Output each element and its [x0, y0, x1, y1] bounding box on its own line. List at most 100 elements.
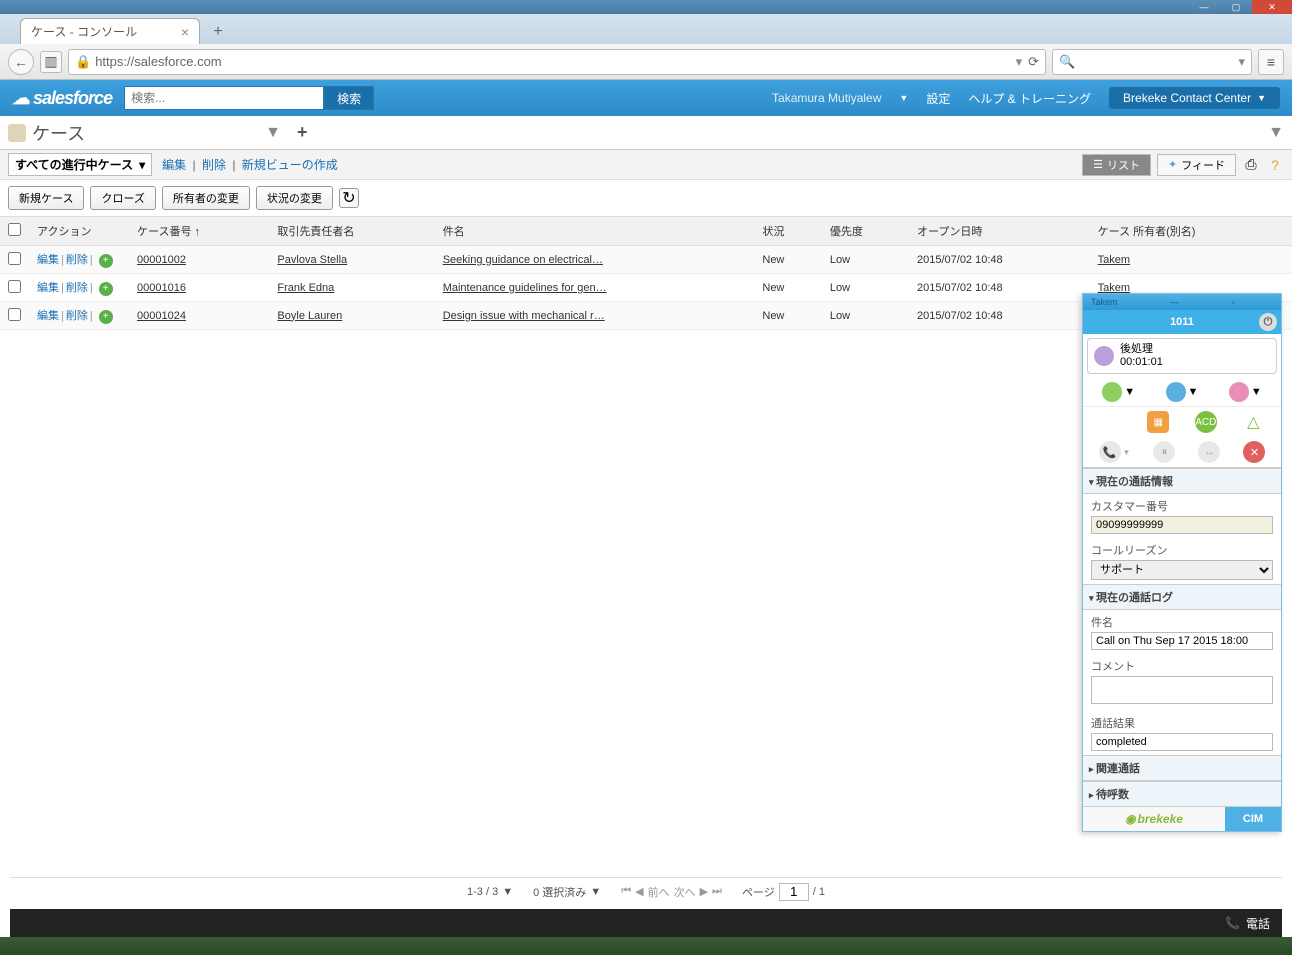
delete-link[interactable]: 削除	[66, 310, 88, 322]
url-bar[interactable]: 🔒 https://salesforce.com ▾ ⟳	[68, 49, 1046, 75]
subject-link[interactable]: Design issue with mechanical r…	[443, 310, 605, 322]
edit-view-link[interactable]: 編集	[162, 158, 186, 172]
plus-icon[interactable]: +	[99, 282, 113, 296]
row-checkbox[interactable]	[8, 252, 21, 265]
search-engine-dropdown-icon[interactable]: ▾	[1238, 54, 1245, 70]
cti-expand-icon[interactable]: ▫	[1231, 297, 1234, 307]
cti-minimize-icon[interactable]: —	[1170, 297, 1179, 307]
subject-link[interactable]: Seeking guidance on electrical…	[443, 254, 603, 266]
refresh-button[interactable]: ↻	[339, 188, 359, 208]
chevron-down-icon[interactable]: ▼	[1123, 448, 1131, 457]
edit-link[interactable]: 編集	[37, 310, 59, 322]
delete-link[interactable]: 削除	[66, 254, 88, 266]
prev-page-label[interactable]: 前へ	[648, 884, 670, 900]
first-page-icon[interactable]: ⏮	[621, 885, 631, 898]
edit-link[interactable]: 編集	[37, 282, 59, 294]
chevron-down-icon[interactable]: ▼	[1251, 386, 1262, 398]
user-menu[interactable]: Takamura Mutiyalew	[772, 91, 881, 105]
col-subject[interactable]: 件名	[435, 217, 755, 246]
cti-power-button[interactable]: ⏻	[1259, 313, 1277, 331]
owner-link[interactable]: Takem	[1098, 254, 1130, 266]
chevron-down-icon[interactable]: ▼	[1124, 386, 1135, 398]
new-tab-button[interactable]: +	[206, 20, 230, 44]
call-reason-select[interactable]: サポート	[1091, 560, 1273, 580]
case-number-link[interactable]: 00001016	[137, 282, 186, 294]
contact-link[interactable]: Boyle Lauren	[277, 310, 342, 322]
tab-close-icon[interactable]: ×	[181, 24, 189, 40]
global-search-input[interactable]	[124, 86, 324, 110]
log-result-input[interactable]	[1091, 733, 1273, 751]
case-number-link[interactable]: 00001024	[137, 310, 186, 322]
site-identity-icon[interactable]: ▥	[40, 51, 62, 73]
chevron-down-icon[interactable]: ▼	[502, 886, 513, 898]
col-status[interactable]: 状況	[754, 217, 822, 246]
back-button[interactable]: ←	[8, 49, 34, 75]
console-tab-dropdown-icon[interactable]: ▼	[265, 124, 281, 142]
cti-section-related-calls[interactable]: 関連通話	[1083, 755, 1281, 781]
col-priority[interactable]: 優先度	[822, 217, 909, 246]
contact-link[interactable]: Pavlova Stella	[277, 254, 347, 266]
cti-section-call-log[interactable]: 現在の通話ログ	[1083, 584, 1281, 610]
cti-transfer-icon[interactable]: ↔	[1198, 441, 1220, 463]
delete-link[interactable]: 削除	[66, 282, 88, 294]
col-contact[interactable]: 取引先責任者名	[269, 217, 434, 246]
window-maximize-button[interactable]: ▢	[1220, 0, 1252, 14]
log-subject-input[interactable]	[1091, 632, 1273, 650]
select-all-checkbox[interactable]	[8, 223, 21, 236]
presence-away-icon[interactable]	[1229, 382, 1249, 402]
reload-icon[interactable]: ⟳	[1028, 54, 1039, 70]
phone-icon[interactable]: 📞	[1225, 916, 1240, 930]
col-case-number[interactable]: ケース番号 ↑	[129, 217, 269, 246]
phone-label[interactable]: 電話	[1246, 915, 1270, 932]
nav-settings-link[interactable]: 設定	[926, 90, 950, 107]
subject-link[interactable]: Maintenance guidelines for gen…	[443, 282, 607, 294]
last-page-icon[interactable]: ⏭	[712, 885, 722, 898]
browser-tab[interactable]: ケース - コンソール ×	[20, 18, 200, 44]
table-row[interactable]: 編集|削除|+00001002Pavlova StellaSeeking gui…	[0, 246, 1292, 274]
col-opened[interactable]: オープン日時	[909, 217, 1090, 246]
next-page-label[interactable]: 次へ	[674, 884, 696, 900]
edit-link[interactable]: 編集	[37, 254, 59, 266]
presence-available-icon[interactable]	[1102, 382, 1122, 402]
col-owner[interactable]: ケース 所有者(別名)	[1090, 217, 1292, 246]
next-page-icon[interactable]: ▶	[700, 885, 708, 898]
nav-help-link[interactable]: ヘルプ & トレーニング	[968, 90, 1091, 107]
salesforce-logo[interactable]: salesforce	[12, 88, 112, 109]
new-case-button[interactable]: 新規ケース	[8, 186, 84, 210]
row-checkbox[interactable]	[8, 308, 21, 321]
url-dropdown-icon[interactable]: ▾	[1016, 54, 1023, 70]
row-checkbox[interactable]	[8, 280, 21, 293]
global-search-button[interactable]: 検索	[324, 86, 374, 110]
print-icon[interactable]: ⎙	[1242, 156, 1260, 174]
presence-busy-icon[interactable]	[1166, 382, 1186, 402]
change-status-button[interactable]: 状況の変更	[256, 186, 333, 210]
console-tab-cases[interactable]: ケース	[8, 120, 85, 146]
browser-search-box[interactable]: 🔍 ▾	[1052, 49, 1252, 75]
delete-view-link[interactable]: 削除	[202, 158, 226, 172]
view-mode-feed-button[interactable]: ✦ フィード	[1157, 154, 1236, 176]
col-action[interactable]: アクション	[29, 217, 129, 246]
case-number-link[interactable]: 00001002	[137, 254, 186, 266]
cim-button[interactable]: CIM	[1225, 807, 1281, 831]
window-minimize-button[interactable]: —	[1188, 0, 1220, 14]
close-case-button[interactable]: クローズ	[90, 186, 155, 210]
cti-titlebar[interactable]: Takem — ▫	[1083, 294, 1281, 310]
new-view-link[interactable]: 新規ビューの作成	[242, 158, 338, 172]
view-mode-list-button[interactable]: ☰ リスト	[1082, 154, 1151, 176]
contact-link[interactable]: Frank Edna	[277, 282, 334, 294]
customer-number-field[interactable]	[1091, 516, 1273, 534]
brekeke-logo[interactable]: ◉brekeke	[1083, 807, 1225, 831]
page-input[interactable]	[779, 883, 809, 901]
cti-call-icon[interactable]: 📞	[1099, 441, 1121, 463]
cti-agent-status[interactable]: 後処理 00:01:01	[1087, 338, 1277, 374]
cti-warning-icon[interactable]: △	[1242, 411, 1264, 433]
window-close-button[interactable]: ✕	[1252, 0, 1292, 14]
change-owner-button[interactable]: 所有者の変更	[162, 186, 250, 210]
cti-hold-icon[interactable]: ⏸	[1153, 441, 1175, 463]
console-add-tab-button[interactable]: +	[297, 122, 308, 143]
plus-icon[interactable]: +	[99, 310, 113, 324]
help-icon[interactable]: ?	[1266, 156, 1284, 174]
cti-section-call-info[interactable]: 現在の通話情報	[1083, 468, 1281, 494]
owner-link[interactable]: Takem	[1098, 282, 1130, 294]
list-view-selector[interactable]: すべての進行中ケース ▾	[8, 153, 152, 176]
